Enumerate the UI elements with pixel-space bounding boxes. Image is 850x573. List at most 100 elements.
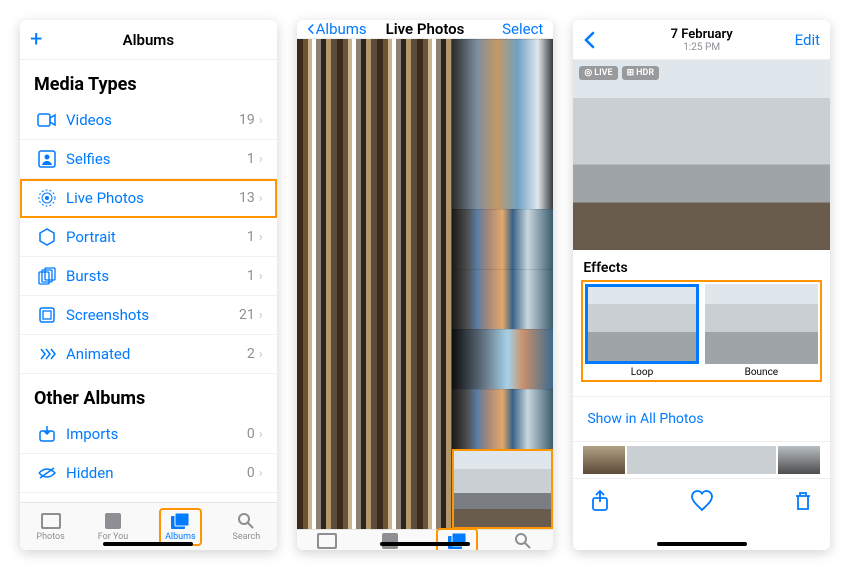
row-count: 13 [239,190,255,206]
edit-button[interactable]: Edit [795,31,820,49]
row-count: 19 [239,112,255,128]
photo-thumb[interactable] [452,389,554,449]
chevron-right-icon: › [259,152,263,167]
page-title: Live Photos [367,20,484,38]
photo-thumbs-column [452,39,554,529]
main-photo[interactable]: ◎ LIVE ⊞ HDR [573,60,830,250]
back-button[interactable]: Albums [307,20,367,38]
row-animated[interactable]: Animated 2 › [20,335,277,374]
scrubber-thumb[interactable] [583,446,625,474]
chevron-right-icon: › [259,347,263,362]
back-button[interactable] [583,31,643,49]
row-imports[interactable]: Imports 0 › [20,415,277,454]
chevron-right-icon: › [259,230,263,245]
chevron-left-icon [307,20,314,38]
home-indicator[interactable] [380,542,470,546]
tab-photos[interactable]: Photos [36,512,64,542]
row-label: Hidden [66,464,247,482]
photo-grid[interactable] [297,39,554,529]
effect-thumb [585,284,698,364]
chevron-right-icon: › [259,308,263,323]
row-count: 1 [247,268,255,284]
photo-thumb-large[interactable] [297,39,452,529]
row-count: 1 [247,229,255,245]
photo-scrubber[interactable] [573,442,830,478]
chevron-right-icon: › [259,427,263,442]
share-button[interactable] [591,490,609,512]
add-icon[interactable]: + [30,27,42,52]
row-count: 2 [247,346,255,362]
row-label: Animated [66,345,247,363]
effect-loop[interactable]: Loop [585,284,698,378]
photo-time: 1:25 PM [643,42,760,53]
row-label: Imports [66,425,247,443]
row-hidden[interactable]: Hidden 0 › [20,454,277,493]
chevron-right-icon: › [259,466,263,481]
back-label: Albums [316,20,367,38]
header: + Albums [20,20,277,60]
row-count: 1 [247,151,255,167]
hdr-badge: ⊞ HDR [622,66,660,80]
live-badge: ◎ LIVE [579,66,617,80]
header-date-time: 7 February 1:25 PM [643,27,760,53]
scrubber-thumb[interactable] [778,446,820,474]
photo-thumb[interactable] [452,329,554,389]
row-label: Portrait [66,228,247,246]
row-portrait[interactable]: Portrait 1 › [20,218,277,257]
photo-thumb-car[interactable] [452,449,554,529]
bursts-icon [34,267,60,285]
favorite-button[interactable] [690,490,714,512]
animated-icon [34,345,60,363]
home-indicator[interactable] [103,542,193,546]
portrait-icon [34,228,60,246]
tab-bar: Photos For You Albums Search [297,529,554,550]
effect-label: Bounce [745,367,779,378]
photo-thumb[interactable] [452,209,554,269]
delete-button[interactable] [794,491,812,511]
home-indicator[interactable] [657,542,747,546]
row-label: Bursts [66,267,247,285]
tab-search[interactable]: Search [233,512,261,542]
chevron-right-icon: › [259,113,263,128]
screenshots-icon [34,306,60,324]
row-label: Selfies [66,150,247,168]
row-label: Screenshots [66,306,239,324]
row-recently-deleted[interactable]: Recently Deleted 53 › [20,493,277,502]
row-label: Videos [66,111,239,129]
select-button[interactable]: Select [502,20,543,38]
effects-title: Effects [583,260,820,276]
live-photos-screen: Albums Live Photos Select Photos For You… [297,20,554,550]
scrubber-thumb[interactable] [627,446,776,474]
tab-photos[interactable]: Photos [313,532,341,550]
tab-albums[interactable]: Albums [161,510,200,544]
photo-detail-screen: 7 February 1:25 PM Edit ◎ LIVE ⊞ HDR Eff… [573,20,830,550]
row-label: Live Photos [66,189,239,207]
chevron-right-icon: › [259,269,263,284]
tab-foryou[interactable]: For You [98,512,129,542]
tab-albums[interactable]: Albums [438,530,477,550]
photo-thumb[interactable] [452,269,554,329]
section-media-types: Media Types [20,60,277,101]
section-other-albums: Other Albums [20,374,277,415]
effect-bounce[interactable]: Bounce [705,284,818,378]
row-live-photos[interactable]: Live Photos 13 › [20,179,277,218]
video-icon [34,113,60,127]
imports-icon [34,425,60,443]
header: Albums Live Photos Select [297,20,554,39]
row-count: 21 [239,307,255,323]
row-videos[interactable]: Videos 19 › [20,101,277,140]
row-count: 0 [247,465,255,481]
tab-foryou[interactable]: For You [374,532,405,550]
live-icon [34,189,60,207]
page-title: Albums [90,31,207,49]
row-bursts[interactable]: Bursts 1 › [20,257,277,296]
selfie-icon [34,150,60,168]
action-bar [573,478,830,522]
row-screenshots[interactable]: Screenshots 21 › [20,296,277,335]
content-scroll[interactable]: Media Types Videos 19 › Selfies 1 › Live… [20,60,277,502]
tab-search[interactable]: Search [509,532,537,550]
show-in-all-photos[interactable]: Show in All Photos [573,396,830,442]
photo-thumb[interactable] [452,39,554,209]
row-selfies[interactable]: Selfies 1 › [20,140,277,179]
row-count: 0 [247,426,255,442]
